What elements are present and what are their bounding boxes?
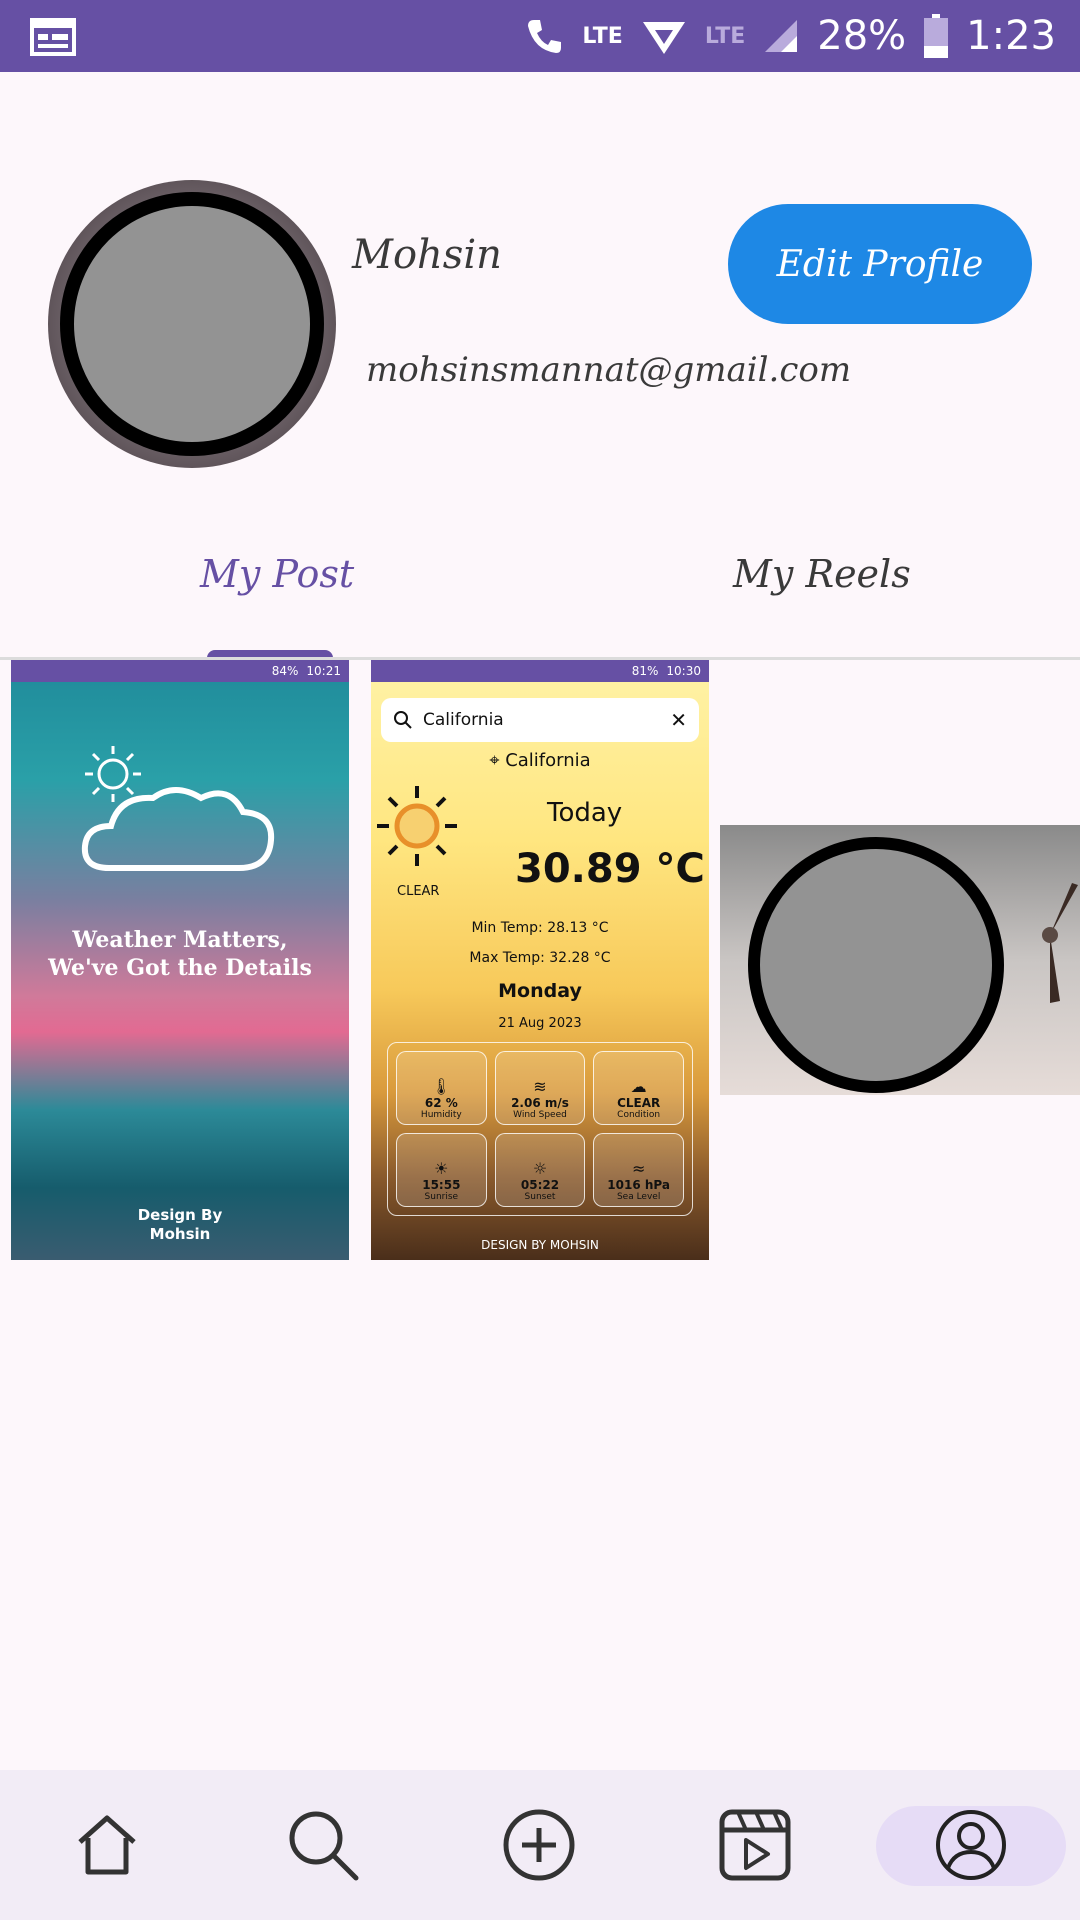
post-location-text: California — [505, 750, 591, 771]
post-location: ⌖ California — [371, 750, 709, 771]
ceiling-fan-icon — [1042, 883, 1078, 1003]
wind-icon: ≋ — [533, 1077, 547, 1096]
sunrise-icon: ☀ — [434, 1159, 449, 1178]
post-min-temp: Min Temp: 28.13 °C — [471, 920, 609, 936]
tab-my-post[interactable]: My Post — [200, 552, 354, 596]
nav-profile[interactable] — [926, 1800, 1016, 1890]
thermometer-icon: 🌡 — [431, 1077, 452, 1096]
bottom-navigation — [0, 1770, 1080, 1920]
signal-icon — [765, 20, 798, 52]
nav-reels[interactable] — [710, 1800, 800, 1890]
post-battery: 81% — [631, 664, 659, 678]
post-search-bar: California ✕ — [381, 698, 699, 742]
reels-icon — [719, 1809, 791, 1881]
weather-cell: 🌡 62 % Humidity — [396, 1051, 487, 1125]
post-max-temp: Max Temp: 32.28 °C — [469, 950, 611, 966]
location-pin-icon: ⌖ — [489, 750, 500, 771]
close-icon: ✕ — [670, 708, 687, 732]
battery-percent: 28% — [817, 13, 907, 59]
clock: 1:23 — [966, 13, 1056, 59]
lte-label: LTE — [582, 23, 623, 49]
post-time: 10:30 — [666, 664, 701, 678]
weather-cell-label: Sea Level — [616, 1192, 661, 1202]
weather-cell-value: CLEAR — [617, 1096, 661, 1110]
waves-icon: ≈ — [631, 1159, 646, 1178]
post-status-bar: 81% 10:30 — [371, 660, 709, 682]
post-weather-grid: 🌡 62 % Humidity ≋ 2.06 m/s Wind Speed ☁ … — [387, 1042, 693, 1216]
edit-profile-button[interactable]: Edit Profile — [728, 204, 1032, 324]
weather-cell-label: Humidity — [420, 1110, 462, 1120]
weather-cell: ☀ 15:55 Sunrise — [396, 1133, 487, 1207]
post-credit-line-2: Mohsin — [149, 1225, 211, 1243]
sun-icon — [377, 786, 457, 866]
weather-cell-value: 62 % — [424, 1096, 458, 1110]
nav-home[interactable] — [62, 1800, 152, 1890]
volte-call-icon — [528, 20, 562, 53]
weather-cell-value: 05:22 — [520, 1178, 560, 1192]
weather-cell: ☼ 05:22 Sunset — [494, 1133, 586, 1207]
wifi-icon — [642, 22, 685, 54]
avatar[interactable] — [48, 180, 336, 468]
profile-name: Mohsin — [352, 232, 502, 278]
post-temperature: 30.89 °C — [515, 846, 705, 892]
post-battery: 84% — [271, 664, 299, 678]
post-thumbnail-1[interactable]: 84% 10:21 Weather Matters, We've Got the… — [11, 660, 349, 1260]
home-icon — [78, 1815, 136, 1875]
weather-cell-label: Sunrise — [424, 1192, 459, 1202]
status-bar: LTE LTE 28% 1:23 — [0, 0, 1080, 72]
post-time: 10:21 — [306, 664, 341, 678]
cloud-sun-icon: ☁ — [630, 1077, 647, 1096]
post-date: 21 Aug 2023 — [498, 1016, 582, 1031]
sunset-icon: ☼ — [532, 1159, 548, 1178]
tab-my-reels[interactable]: My Reels — [733, 552, 911, 596]
nav-search[interactable] — [278, 1800, 368, 1890]
post-photo — [748, 837, 1004, 1093]
search-icon — [394, 711, 412, 729]
cloud-sun-icon — [81, 746, 275, 871]
add-icon — [503, 1809, 575, 1881]
weather-cell: ≈ 1016 hPa Sea Level — [593, 1133, 684, 1207]
weather-cell: ≋ 2.06 m/s Wind Speed — [494, 1051, 586, 1125]
post-title-line-2: We've Got the Details — [48, 955, 312, 981]
battery-icon — [924, 14, 949, 58]
weather-cell-label: Wind Speed — [513, 1110, 567, 1120]
nav-add[interactable] — [494, 1800, 584, 1890]
weather-cell-label: Condition — [617, 1110, 661, 1120]
post-title-line-1: Weather Matters, — [72, 927, 288, 953]
post-day: Monday — [498, 980, 582, 1002]
post-credit: Design By Mohsin — [11, 1206, 349, 1244]
avatar-photo — [60, 192, 324, 456]
post-thumbnail-2[interactable]: 81% 10:30 California ✕ ⌖ California CLEA… — [371, 660, 709, 1260]
post-credit: DESIGN BY MOHSIN — [481, 1238, 599, 1252]
post-title: Weather Matters, We've Got the Details — [11, 926, 349, 982]
weather-cell-value: 1016 hPa — [607, 1178, 670, 1192]
post-credit-line-1: Design By — [137, 1206, 223, 1224]
weather-cell-value: 2.06 m/s — [511, 1096, 569, 1110]
post-status-bar: 84% 10:21 — [11, 660, 349, 682]
search-icon — [289, 1811, 359, 1881]
weather-cell-value: 15:55 — [422, 1178, 461, 1192]
post-thumbnail-3[interactable] — [720, 825, 1080, 1095]
post-search-value: California — [423, 710, 504, 730]
weather-cell-label: Sunset — [524, 1192, 556, 1202]
calendar-icon — [30, 18, 76, 56]
profile-email: mohsinsmannat@gmail.com — [366, 350, 852, 390]
weather-cell: ☁ CLEAR Condition — [593, 1051, 684, 1125]
post-today: Today — [547, 798, 623, 828]
profile-icon — [936, 1810, 1006, 1880]
post-condition: CLEAR — [397, 884, 440, 899]
lte-label-2: LTE — [704, 23, 746, 49]
